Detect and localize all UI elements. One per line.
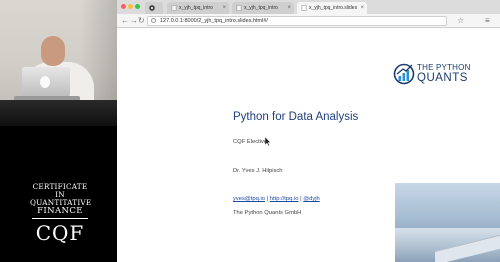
cqf-line-3: FINANCE (37, 206, 83, 216)
close-tab-icon[interactable]: × (360, 2, 364, 14)
slide-subtitle: CQF Elective (233, 139, 268, 145)
zoom-window-icon[interactable] (135, 4, 140, 9)
github-icon (149, 5, 155, 11)
website-link[interactable]: http://tpq.io (270, 196, 299, 202)
link-separator: | (300, 196, 302, 202)
tab-active[interactable]: x_yjh_tpq_intro.slides × (297, 2, 367, 14)
slide-title: Python for Data Analysis (233, 111, 359, 123)
apple-logo-icon (40, 76, 50, 88)
forward-arrow-icon[interactable]: → (130, 16, 138, 26)
presenter-head (41, 36, 65, 66)
close-tab-icon[interactable]: × (287, 2, 291, 14)
browser-window: x_yjh_tpq_intro × x_yjh_tpq_intro × x_yj… (117, 0, 500, 262)
tpq-logo: THE PYTHON QUANTS (393, 61, 493, 87)
twitter-link[interactable]: @dyjh (303, 196, 320, 202)
address-text: 127.0.0.1:8000/2_yjh_tpq_intro.slides.ht… (160, 18, 268, 24)
link-separator: | (266, 196, 269, 202)
cqf-logo: CERTIFICATE IN QUANTITATIVE FINANCE CQF (30, 182, 91, 255)
minimize-window-icon[interactable] (128, 4, 133, 9)
cqf-line-1: CERTIFICATE IN (32, 182, 88, 199)
bookmark-star-icon[interactable]: ☆ (457, 16, 464, 25)
tpq-logo-mark-icon (393, 63, 415, 85)
tab-2[interactable]: x_yjh_tpq_intro × (232, 2, 294, 14)
close-window-icon[interactable] (121, 4, 126, 9)
slide-author: Dr. Yves J. Hilpisch (233, 168, 283, 174)
page-icon (236, 5, 242, 11)
slide-company: The Python Quants GmbH (233, 210, 302, 216)
tab-1[interactable]: x_yjh_tpq_intro × (167, 2, 229, 14)
slide-links: yves@tpq.io | http://tpq.io | @dyjh (233, 196, 320, 202)
tab-1-label: x_yjh_tpq_intro (179, 5, 213, 11)
info-icon (151, 18, 156, 23)
reload-icon[interactable]: ↻ (138, 16, 145, 26)
presenter-webcam (0, 0, 117, 126)
cqf-mark: CQF (35, 221, 85, 245)
address-bar[interactable]: 127.0.0.1:8000/2_yjh_tpq_intro.slides.ht… (147, 16, 447, 26)
email-link[interactable]: yves@tpq.io (233, 196, 265, 202)
cqf-divider (32, 218, 88, 219)
back-arrow-icon[interactable]: ← (121, 16, 129, 26)
close-tab-icon[interactable]: × (222, 2, 226, 14)
tpq-logo-line-2: QUANTS (417, 72, 468, 84)
slide-page: THE PYTHON QUANTS Python for Data Analys… (117, 29, 500, 262)
tpq-logo-line-1: THE PYTHON (417, 63, 471, 72)
tab-2-label: x_yjh_tpq_intro (244, 5, 278, 11)
tab-github[interactable] (145, 2, 163, 14)
menu-icon[interactable]: ≡ (485, 16, 490, 25)
desk (0, 100, 117, 126)
page-icon (171, 5, 177, 11)
tab-active-label: x_yjh_tpq_intro.slides (309, 5, 358, 11)
mouse-cursor-icon (265, 137, 271, 146)
browser-toolbar: ← → ↻ 127.0.0.1:8000/2_yjh_tpq_intro.sli… (117, 14, 500, 28)
tab-strip: x_yjh_tpq_intro × x_yjh_tpq_intro × x_yj… (117, 0, 500, 14)
airplane-window-photo (395, 183, 500, 262)
page-icon (301, 5, 307, 11)
